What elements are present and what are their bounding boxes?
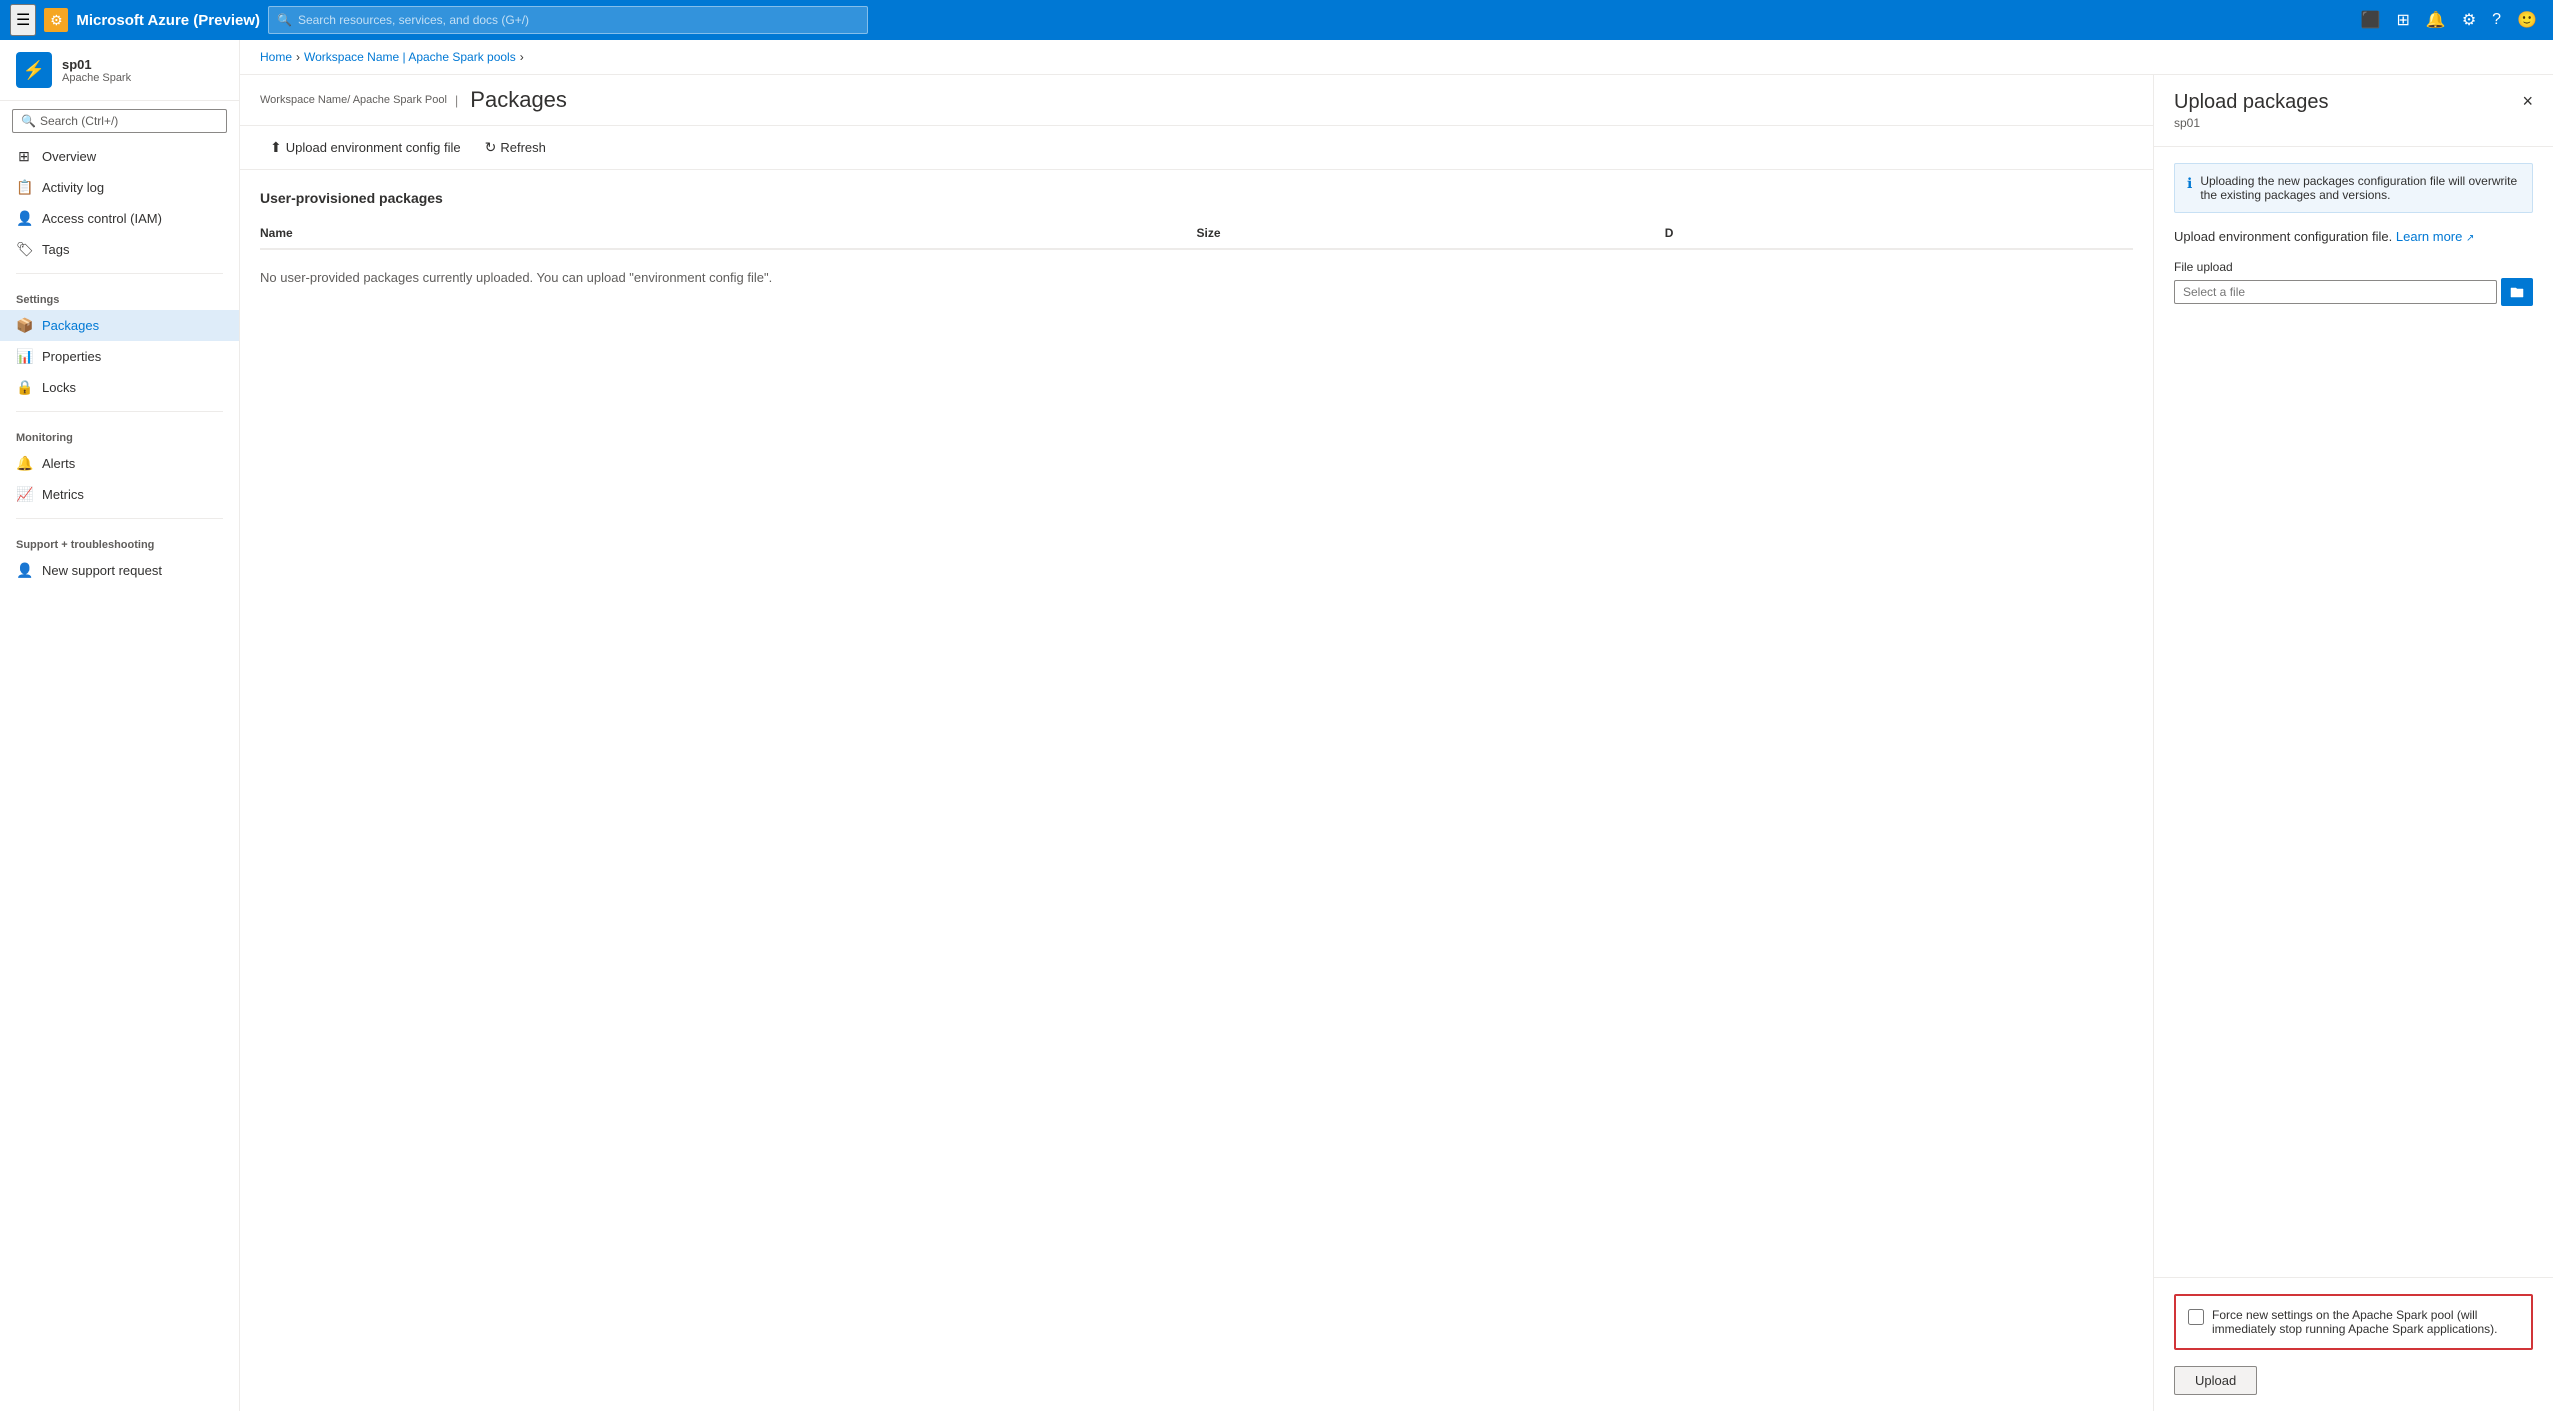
sidebar-nav: ⊞ Overview 📋 Activity log 👤 Access contr… (0, 141, 239, 1411)
directory-button[interactable]: ⊞ (2391, 6, 2416, 34)
resource-header: ⚡ sp01 Apache Spark (0, 40, 239, 101)
help-button[interactable]: ? (2486, 6, 2507, 34)
azure-logo: ⚙ (44, 8, 68, 32)
sidebar-item-tags[interactable]: 🏷 Tags (0, 234, 239, 265)
hamburger-menu-button[interactable]: ☰ (10, 4, 36, 36)
sidebar-item-locks[interactable]: 🔒 Locks (0, 372, 239, 403)
learn-more-link[interactable]: Learn more ↗ (2396, 229, 2475, 244)
properties-icon: 📊 (16, 348, 32, 365)
support-section-label: Support + troubleshooting (0, 527, 239, 555)
locks-icon: 🔒 (16, 379, 32, 396)
upload-env-config-section: Upload environment configuration file. L… (2174, 229, 2533, 244)
right-panel-body: ℹ Uploading the new packages configurati… (2154, 147, 2553, 1277)
search-icon: 🔍 (21, 114, 36, 128)
page-header: Workspace Name/ Apache Spark Pool | Pack… (240, 75, 2153, 126)
sidebar-item-activity-log[interactable]: 📋 Activity log (0, 172, 239, 203)
right-panel-header: Upload packages sp01 × (2154, 75, 2553, 147)
topbar-icons: ⬛ ⊞ 🔔 ⚙ ? 🙂 (2355, 6, 2543, 34)
upload-icon: ⬆ (270, 139, 282, 156)
monitoring-section-label: Monitoring (0, 420, 239, 448)
toolbar: ⬆ Upload environment config file ↻ Refre… (240, 126, 2153, 170)
info-box: ℹ Uploading the new packages configurati… (2174, 163, 2533, 213)
upload-env-config-button[interactable]: ⬆ Upload environment config file (260, 134, 471, 161)
sidebar-divider-1 (16, 273, 223, 274)
content-area: User-provisioned packages Name Size D No… (240, 170, 2153, 1411)
settings-section-label: Settings (0, 282, 239, 310)
notifications-button[interactable]: 🔔 (2420, 6, 2452, 34)
refresh-button[interactable]: ↻ Refresh (475, 134, 556, 161)
resource-breadcrumb-detail: Workspace Name/ Apache Spark Pool (260, 94, 447, 106)
col-d: D (1665, 226, 2133, 240)
file-browse-button[interactable] (2501, 278, 2533, 306)
app-title: Microsoft Azure (Preview) (76, 12, 260, 29)
force-settings-label: Force new settings on the Apache Spark p… (2212, 1308, 2519, 1336)
metrics-icon: 📈 (16, 486, 32, 503)
external-link-icon: ↗ (2466, 233, 2474, 244)
force-settings-row: Force new settings on the Apache Spark p… (2188, 1308, 2519, 1336)
file-input[interactable] (2174, 280, 2497, 304)
right-panel: Upload packages sp01 × ℹ Uploading the n… (2153, 75, 2553, 1411)
sidebar: ⚡ sp01 Apache Spark 🔍 Search (Ctrl+/) ⊞ … (0, 40, 240, 1411)
file-upload-label: File upload (2174, 260, 2533, 274)
section-title: User-provisioned packages (260, 190, 2133, 206)
close-panel-button[interactable]: × (2522, 91, 2533, 112)
support-icon: 👤 (16, 562, 32, 579)
tags-icon: 🏷 (16, 241, 32, 258)
upload-button[interactable]: Upload (2174, 1366, 2257, 1395)
force-settings-checkbox[interactable] (2188, 1309, 2204, 1325)
main-content: Workspace Name/ Apache Spark Pool | Pack… (240, 75, 2153, 1411)
file-upload-section: File upload (2174, 260, 2533, 306)
sidebar-item-properties[interactable]: 📊 Properties (0, 341, 239, 372)
resource-name: sp01 (62, 57, 131, 72)
breadcrumb-workspace[interactable]: Workspace Name | Apache Spark pools (304, 50, 516, 64)
sidebar-item-access-control[interactable]: 👤 Access control (IAM) (0, 203, 239, 234)
sidebar-item-packages[interactable]: 📦 Packages (0, 310, 239, 341)
right-panel-footer: Force new settings on the Apache Spark p… (2154, 1277, 2553, 1411)
file-upload-row (2174, 278, 2533, 306)
right-panel-title: Upload packages (2174, 91, 2329, 114)
resource-subtitle: Apache Spark (62, 72, 131, 84)
alerts-icon: 🔔 (16, 455, 32, 472)
col-size: Size (1197, 226, 1665, 240)
sidebar-divider-3 (16, 518, 223, 519)
refresh-icon: ↻ (485, 139, 497, 156)
sidebar-item-alerts[interactable]: 🔔 Alerts (0, 448, 239, 479)
table-empty-message: No user-provided packages currently uplo… (260, 250, 2133, 305)
sidebar-item-support-request[interactable]: 👤 New support request (0, 555, 239, 586)
global-search-input[interactable]: 🔍 Search resources, services, and docs (… (268, 6, 868, 34)
topbar: ☰ ⚙ Microsoft Azure (Preview) 🔍 Search r… (0, 0, 2553, 40)
breadcrumb-home[interactable]: Home (260, 50, 292, 64)
feedback-button[interactable]: 🙂 (2511, 6, 2543, 34)
sidebar-item-metrics[interactable]: 📈 Metrics (0, 479, 239, 510)
packages-icon: 📦 (16, 317, 32, 334)
search-icon: 🔍 (277, 13, 292, 27)
col-name: Name (260, 226, 1197, 240)
settings-button[interactable]: ⚙ (2456, 6, 2482, 34)
table-header: Name Size D (260, 218, 2133, 250)
folder-icon (2510, 285, 2524, 299)
access-control-icon: 👤 (16, 210, 32, 227)
sidebar-item-overview[interactable]: ⊞ Overview (0, 141, 239, 172)
resource-icon: ⚡ (16, 52, 52, 88)
sidebar-divider-2 (16, 411, 223, 412)
right-panel-subtitle: sp01 (2174, 116, 2329, 130)
overview-icon: ⊞ (16, 148, 32, 165)
force-settings-box: Force new settings on the Apache Spark p… (2174, 1294, 2533, 1350)
page-title: Packages (470, 87, 567, 113)
sidebar-search[interactable]: 🔍 Search (Ctrl+/) (12, 109, 227, 133)
info-icon: ℹ (2187, 175, 2192, 202)
cloud-shell-button[interactable]: ⬛ (2355, 6, 2387, 34)
activity-log-icon: 📋 (16, 179, 32, 196)
breadcrumb: Home › Workspace Name | Apache Spark poo… (240, 40, 2553, 75)
